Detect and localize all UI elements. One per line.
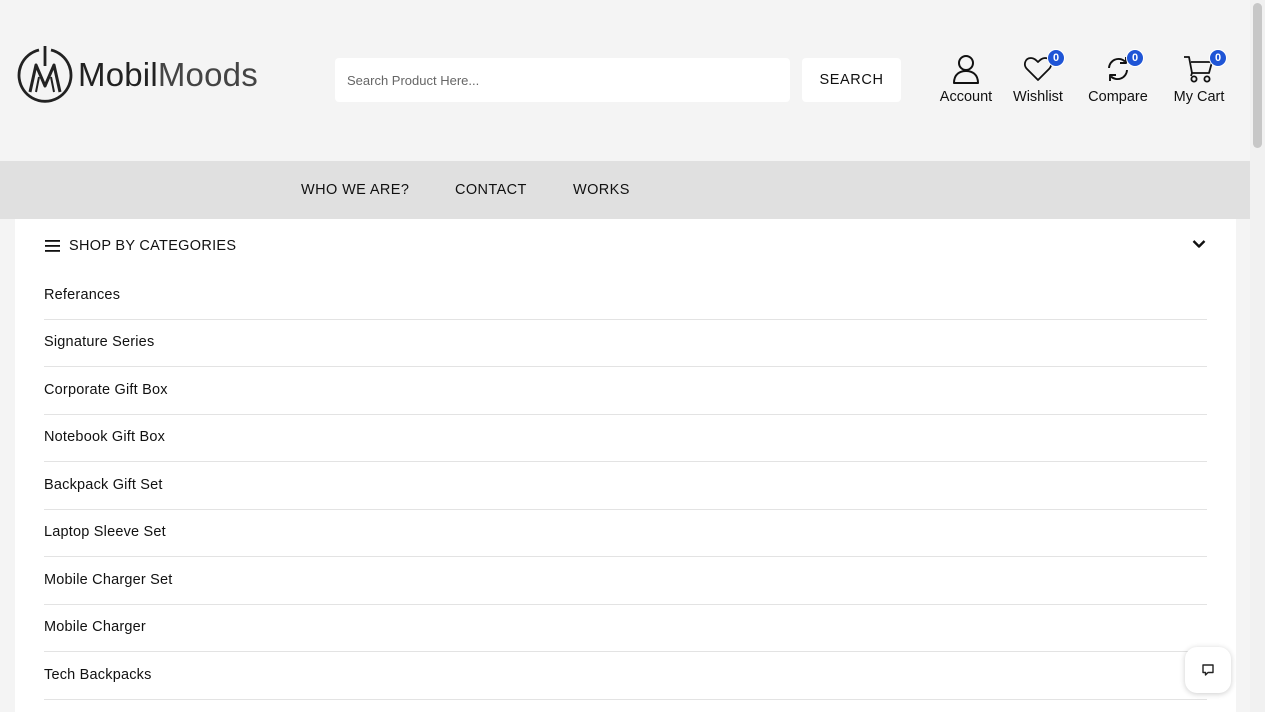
categories-panel: SHOP BY CATEGORIES Referances Signature … bbox=[15, 219, 1236, 712]
logo[interactable]: MobilMoods bbox=[17, 44, 258, 106]
cart-count-badge: 0 bbox=[1209, 49, 1227, 67]
hamburger-icon bbox=[45, 240, 60, 252]
compare-link[interactable]: 0 Compare bbox=[1086, 49, 1150, 109]
compare-count-badge: 0 bbox=[1126, 49, 1144, 67]
categories-toggle[interactable]: SHOP BY CATEGORIES bbox=[15, 219, 1236, 271]
page-scrollbar[interactable] bbox=[1250, 0, 1265, 712]
category-item-tech-backpacks[interactable]: Tech Backpacks bbox=[44, 652, 1207, 700]
logo-text-bold: Mobil bbox=[78, 56, 158, 93]
category-item-signature-series[interactable]: Signature Series bbox=[44, 320, 1207, 367]
logo-mark-icon bbox=[17, 46, 73, 103]
category-item-notebook-gift-box[interactable]: Notebook Gift Box bbox=[44, 415, 1207, 462]
chat-icon bbox=[1202, 664, 1214, 676]
search-button[interactable]: SEARCH bbox=[802, 58, 901, 102]
scrollbar-thumb[interactable] bbox=[1253, 3, 1262, 148]
logo-text-light: Moods bbox=[157, 56, 258, 93]
nav-item-who-we-are[interactable]: WHO WE ARE? bbox=[301, 182, 409, 198]
category-item-mobile-charger-set[interactable]: Mobile Charger Set bbox=[44, 557, 1207, 605]
account-link[interactable]: Account bbox=[937, 53, 995, 109]
account-label: Account bbox=[939, 89, 993, 105]
category-item-mobile-charger[interactable]: Mobile Charger bbox=[44, 605, 1207, 652]
user-icon bbox=[953, 55, 979, 84]
chevron-down-icon bbox=[1192, 240, 1206, 248]
site-header: MobilMoods SEARCH Account 0 Wishlist bbox=[0, 0, 1250, 161]
compare-label: Compare bbox=[1088, 89, 1148, 105]
search-input[interactable] bbox=[335, 58, 790, 102]
category-item-referances[interactable]: Referances bbox=[44, 272, 1207, 320]
wishlist-count-badge: 0 bbox=[1047, 49, 1065, 67]
chat-button[interactable] bbox=[1185, 647, 1231, 693]
nav-item-works[interactable]: WORKS bbox=[573, 182, 630, 198]
cart-label: My Cart bbox=[1173, 89, 1225, 105]
cart-link[interactable]: 0 My Cart bbox=[1170, 49, 1228, 109]
category-item-laptop-sleeve-set[interactable]: Laptop Sleeve Set bbox=[44, 510, 1207, 557]
wishlist-link[interactable]: 0 Wishlist bbox=[1010, 49, 1066, 109]
category-item-backpack-gift-set[interactable]: Backpack Gift Set bbox=[44, 462, 1207, 510]
category-item-corporate-gift-box[interactable]: Corporate Gift Box bbox=[44, 367, 1207, 415]
nav-item-contact[interactable]: CONTACT bbox=[455, 182, 527, 198]
main-nav: WHO WE ARE? CONTACT WORKS bbox=[0, 161, 1250, 219]
wishlist-label: Wishlist bbox=[1013, 89, 1063, 105]
category-list: Referances Signature Series Corporate Gi… bbox=[44, 272, 1207, 700]
categories-title: SHOP BY CATEGORIES bbox=[69, 238, 237, 254]
logo-text: MobilMoods bbox=[78, 56, 258, 94]
